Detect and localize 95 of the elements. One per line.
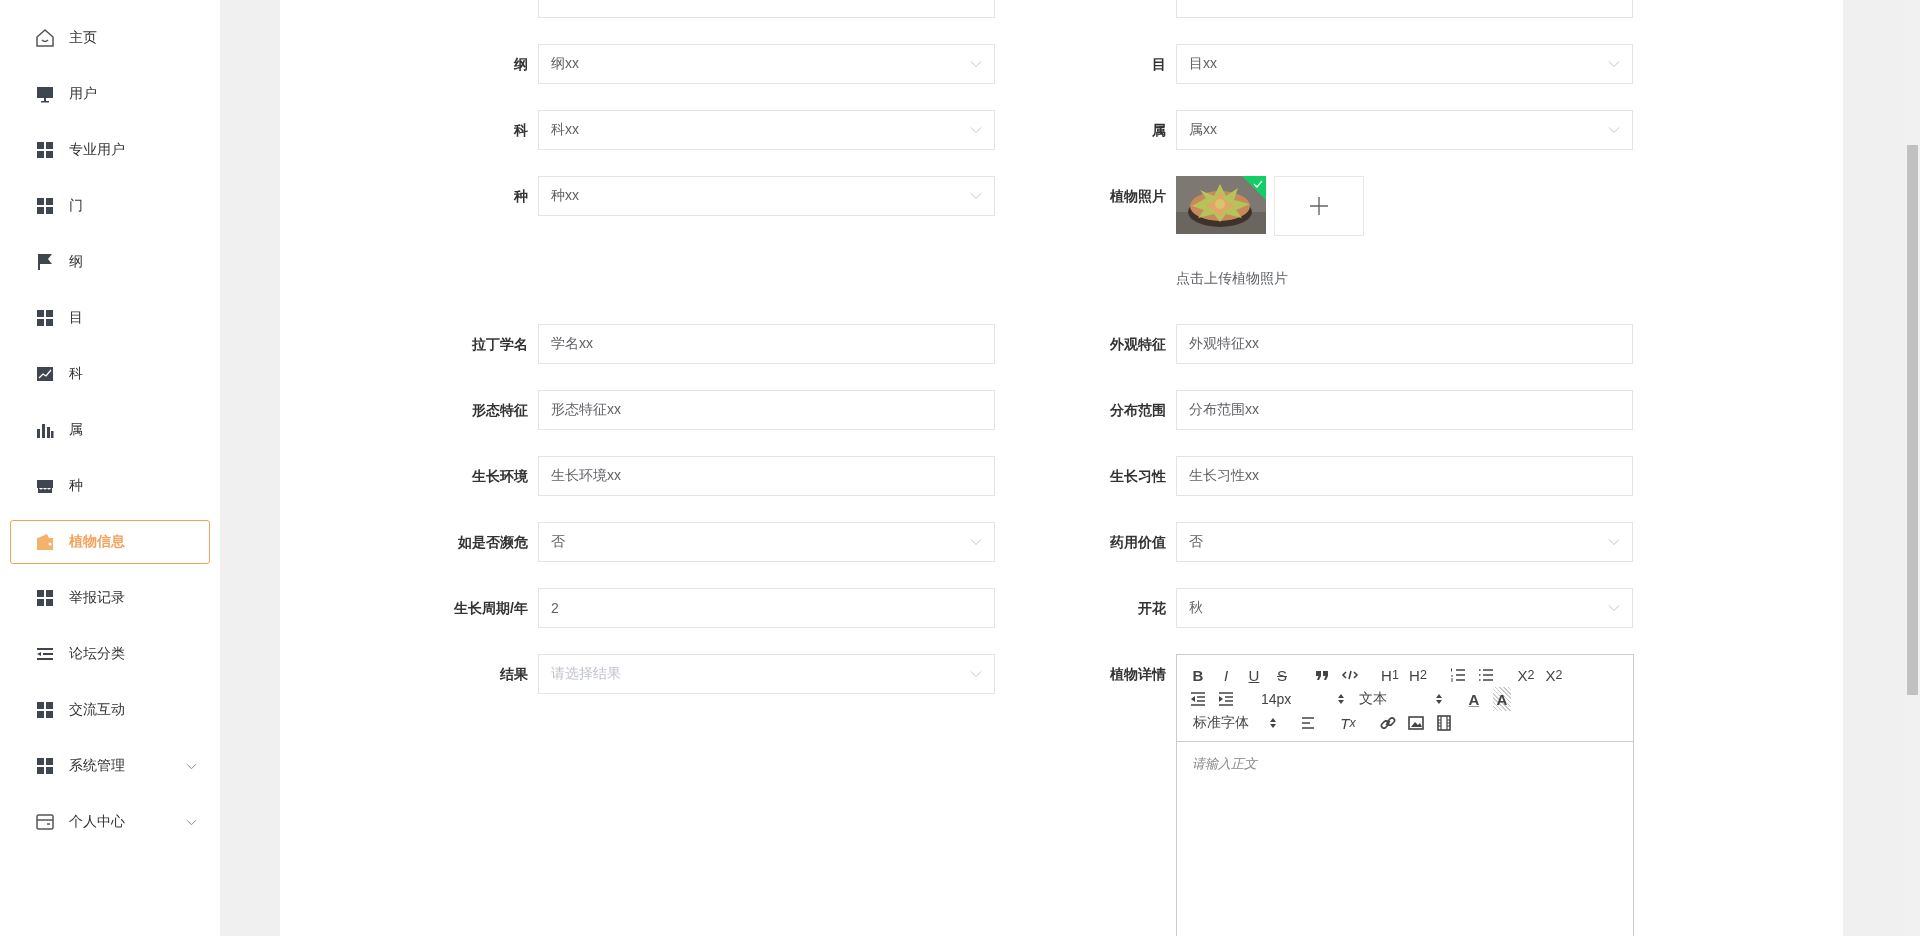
input-field[interactable]: 生长习性xx: [1176, 456, 1633, 496]
sidebar-item[interactable]: 专业用户: [10, 128, 210, 172]
ordered-list-icon: [1449, 666, 1467, 684]
select-field[interactable]: 否: [538, 522, 995, 562]
indent-icon: [1217, 690, 1235, 708]
wallet-icon: [35, 532, 55, 552]
select-field[interactable]: 种xx: [538, 176, 995, 216]
chevron-down-icon: [970, 60, 982, 68]
chevron-down-icon: [1608, 604, 1620, 612]
field-label: 拉丁学名: [471, 335, 528, 354]
field-label: 外观特征: [1109, 335, 1166, 354]
grid-icon: [35, 140, 55, 160]
card-icon: [35, 812, 55, 832]
sidebar-item[interactable]: 举报记录: [10, 576, 210, 620]
upload-hint: 点击上传植物照片: [1176, 270, 1289, 288]
align-left-icon: [1299, 714, 1317, 732]
sidebar-item[interactable]: 系统管理: [10, 744, 210, 788]
chevron-down-icon: [970, 126, 982, 134]
field-label: 纲: [513, 55, 528, 74]
field-label: 分布范围: [1109, 401, 1166, 420]
chevron-down-icon: [970, 192, 982, 200]
flag-icon: [35, 252, 55, 272]
select-field[interactable]: 否: [1176, 522, 1633, 562]
format-button[interactable]: A: [1493, 687, 1511, 711]
toolbar-picker[interactable]: 14px: [1253, 687, 1349, 711]
field-label: 形态特征: [471, 401, 528, 420]
sidebar-item[interactable]: 属: [10, 408, 210, 452]
toolbar-picker[interactable]: 标准字体: [1185, 711, 1281, 735]
input-field[interactable]: 2: [538, 588, 995, 628]
plus-icon: [1309, 196, 1329, 216]
chevron-down-icon: [970, 538, 982, 546]
sidebar-item[interactable]: 门: [10, 184, 210, 228]
toolbar-picker[interactable]: 文本: [1351, 687, 1447, 711]
field-label: 生长习性: [1109, 467, 1166, 486]
input-field[interactable]: 学名xx: [538, 324, 995, 364]
line-chart-icon: [35, 364, 55, 384]
grid-icon: [35, 700, 55, 720]
image-icon: [1407, 714, 1425, 732]
sidebar-item[interactable]: 主页: [10, 16, 210, 60]
chevron-down-icon: [186, 819, 197, 826]
outdent-icon: [1189, 690, 1207, 708]
editor-body[interactable]: 请输入正文: [1177, 742, 1633, 785]
select-field[interactable]: 科xx: [538, 110, 995, 150]
chevron-down-icon: [186, 763, 197, 770]
sidebar-item[interactable]: 纲: [10, 240, 210, 284]
bullet-list-icon: [1477, 666, 1495, 684]
sidebar-item[interactable]: 个人中心: [10, 800, 210, 844]
chevron-down-icon: [1608, 60, 1620, 68]
sidebar-item[interactable]: 目: [10, 296, 210, 340]
field-label: 生长环境: [471, 467, 528, 486]
home-icon: [35, 28, 55, 48]
field-label: 如是否濒危: [457, 533, 528, 552]
sidebar-item[interactable]: 论坛分类: [10, 632, 210, 676]
select-field[interactable]: 秋: [1176, 588, 1633, 628]
sidebar-item[interactable]: 科: [10, 352, 210, 396]
sidebar-item[interactable]: 用户: [10, 72, 210, 116]
field-label: 属: [1151, 121, 1166, 140]
format-button[interactable]: U: [1241, 663, 1267, 687]
select-field[interactable]: 纲xx: [538, 44, 995, 84]
format-button[interactable]: I: [1213, 663, 1239, 687]
grid-icon: [35, 196, 55, 216]
monitor-icon: [35, 84, 55, 104]
up-down-arrows-icon: [1269, 717, 1277, 729]
field-label: 种: [512, 187, 528, 206]
input-field[interactable]: 分布范围xx: [1176, 390, 1633, 430]
format-button[interactable]: A: [1461, 687, 1487, 711]
video-icon: [1435, 714, 1453, 732]
format-button[interactable]: B: [1185, 663, 1211, 687]
chevron-down-icon: [970, 670, 982, 678]
field-label: 植物详情: [1109, 665, 1166, 684]
format-button[interactable]: S: [1269, 663, 1295, 687]
input-field[interactable]: 生长环境xx: [538, 456, 995, 496]
chevron-down-icon: [1608, 126, 1620, 134]
select-field[interactable]: 属xx: [1176, 110, 1633, 150]
field-label: 科: [512, 121, 528, 140]
input-field[interactable]: 形态特征xx: [538, 390, 995, 430]
scrollbar-thumb[interactable]: [1907, 145, 1918, 695]
chevron-down-icon: [1608, 538, 1620, 546]
up-down-arrows-icon: [1435, 693, 1443, 705]
link-icon: [1379, 714, 1397, 732]
grid-icon: [35, 588, 55, 608]
grid-icon: [35, 308, 55, 328]
input-field[interactable]: 外观特征xx: [1176, 324, 1633, 364]
field-label: 生长周期/年: [453, 599, 528, 618]
success-badge: [1242, 176, 1266, 200]
sidebar-item[interactable]: 种: [10, 464, 210, 508]
field-label: 植物照片: [1109, 187, 1166, 206]
field-label: 开花: [1137, 599, 1166, 618]
up-down-arrows-icon: [1337, 693, 1345, 705]
field-label: 药用价值: [1109, 533, 1166, 552]
sidebar-item[interactable]: 交流互动: [10, 688, 210, 732]
field-label: 结果: [499, 665, 528, 684]
grid-icon: [35, 756, 55, 776]
select-field[interactable]: 目xx: [1176, 44, 1633, 84]
field-label: 目: [1151, 55, 1166, 74]
